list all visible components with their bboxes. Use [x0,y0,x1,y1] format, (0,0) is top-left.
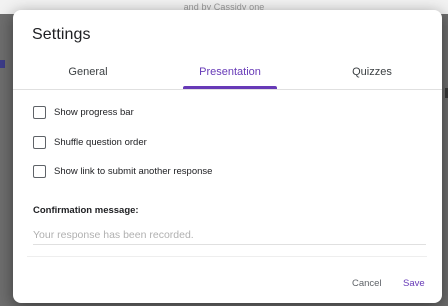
settings-dialog: Settings General Presentation Quizzes Sh… [13,10,442,303]
shuffle-question-order-label: Shuffle question order [54,136,147,148]
show-progress-bar-option[interactable]: Show progress bar [33,104,134,120]
footer-divider [27,256,427,257]
dialog-title: Settings [32,26,91,43]
show-submit-another-link-option[interactable]: Show link to submit another response [33,163,212,179]
tab-quizzes[interactable]: Quizzes [336,62,408,90]
show-progress-bar-checkbox[interactable] [33,105,46,119]
background-edge-left [0,60,5,68]
tab-general[interactable]: General [53,62,123,90]
shuffle-question-order-checkbox[interactable] [33,135,46,149]
confirmation-message-label: Confirmation message: [33,205,139,216]
show-progress-bar-label: Show progress bar [54,106,134,118]
tabs-divider [13,89,442,90]
shuffle-question-order-option[interactable]: Shuffle question order [33,134,147,150]
confirmation-message-input[interactable] [33,226,426,245]
cancel-button[interactable]: Cancel [352,278,382,289]
show-submit-another-link-label: Show link to submit another response [54,165,213,177]
save-button[interactable]: Save [403,278,425,289]
show-submit-another-link-checkbox[interactable] [33,164,46,178]
